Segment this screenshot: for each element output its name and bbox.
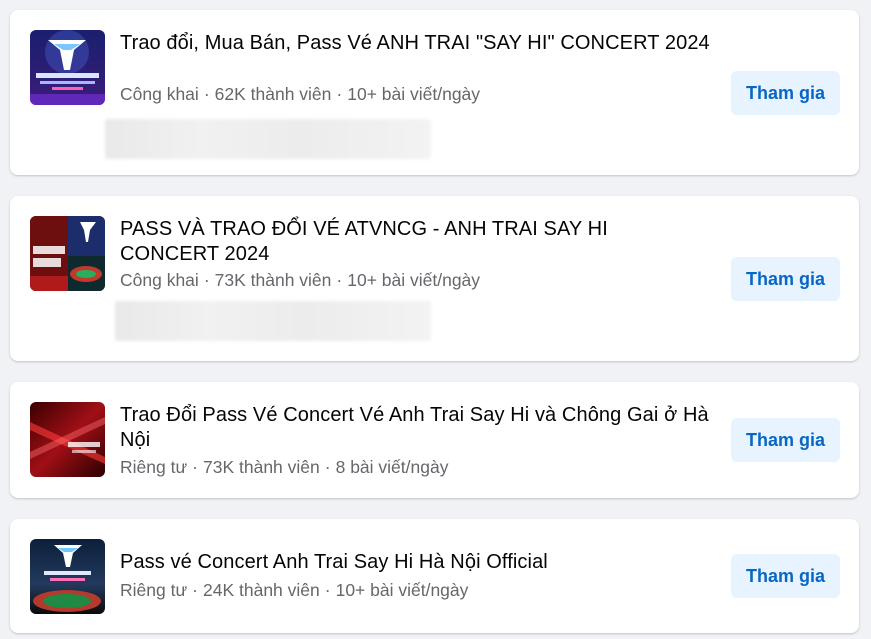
group-members: 62K thành viên xyxy=(214,84,332,104)
group-meta: Công khai · 73K thành viên · 10+ bài viết/ng… xyxy=(120,269,480,291)
group-thumbnail[interactable] xyxy=(30,402,105,477)
group-card: Trao đổi, Mua Bán, Pass Vé ANH TRAI "SAY… xyxy=(10,10,859,175)
group-thumbnail[interactable] xyxy=(30,216,105,291)
blurred-preview xyxy=(115,301,431,341)
group-privacy: Công khai xyxy=(120,84,199,104)
join-button[interactable]: Tham gia xyxy=(731,71,840,115)
group-meta: Riêng tư · 73K thành viên · 8 bài viết/ngày xyxy=(120,456,448,478)
group-privacy: Công khai xyxy=(120,270,199,290)
group-posts: 10+ bài viết/ngày xyxy=(335,580,469,600)
group-card: Pass vé Concert Anh Trai Say Hi Hà Nội O… xyxy=(10,519,859,633)
group-privacy: Riêng tư xyxy=(120,580,188,600)
concert-poster-stadium-icon xyxy=(30,539,105,614)
concert-poster-logo-icon xyxy=(30,30,105,105)
separator-dot: · xyxy=(336,84,343,104)
group-posts: 8 bài viết/ngày xyxy=(335,457,449,477)
separator-dot: · xyxy=(203,84,210,104)
separator-dot: · xyxy=(324,457,331,477)
separator-dot: · xyxy=(324,580,331,600)
group-title[interactable]: PASS VÀ TRAO ĐỔI VÉ ATVNCG - ANH TRAI SA… xyxy=(120,217,710,267)
concert-poster-collage-icon xyxy=(30,216,105,291)
join-button[interactable]: Tham gia xyxy=(731,418,840,462)
group-title[interactable]: Trao Đổi Pass Vé Concert Vé Anh Trai Say… xyxy=(120,403,710,453)
join-button[interactable]: Tham gia xyxy=(731,554,840,598)
group-members: 73K thành viên xyxy=(214,270,332,290)
concert-poster-red-icon xyxy=(30,402,105,477)
group-members: 73K thành viên xyxy=(203,457,320,477)
blurred-preview xyxy=(105,119,431,159)
separator-dot: · xyxy=(192,457,198,477)
group-card: PASS VÀ TRAO ĐỔI VÉ ATVNCG - ANH TRAI SA… xyxy=(10,196,859,361)
group-thumbnail[interactable] xyxy=(30,539,105,614)
group-posts: 10+ bài viết/ngày xyxy=(347,270,481,290)
separator-dot: · xyxy=(192,580,198,600)
group-privacy: Riêng tư xyxy=(120,457,188,477)
join-button[interactable]: Tham gia xyxy=(731,257,840,301)
separator-dot: · xyxy=(336,270,343,290)
group-thumbnail[interactable] xyxy=(30,30,105,105)
group-card: Trao Đổi Pass Vé Concert Vé Anh Trai Say… xyxy=(10,382,859,498)
group-title[interactable]: Trao đổi, Mua Bán, Pass Vé ANH TRAI "SAY… xyxy=(120,31,710,56)
group-members: 24K thành viên xyxy=(203,580,320,600)
group-posts: 10+ bài viết/ngày xyxy=(347,84,481,104)
group-meta: Riêng tư · 24K thành viên · 10+ bài viết/ngà… xyxy=(120,579,468,601)
group-title[interactable]: Pass vé Concert Anh Trai Say Hi Hà Nội O… xyxy=(120,550,710,575)
separator-dot: · xyxy=(203,270,210,290)
group-meta: Công khai · 62K thành viên · 10+ bài viết/ng… xyxy=(120,83,480,105)
